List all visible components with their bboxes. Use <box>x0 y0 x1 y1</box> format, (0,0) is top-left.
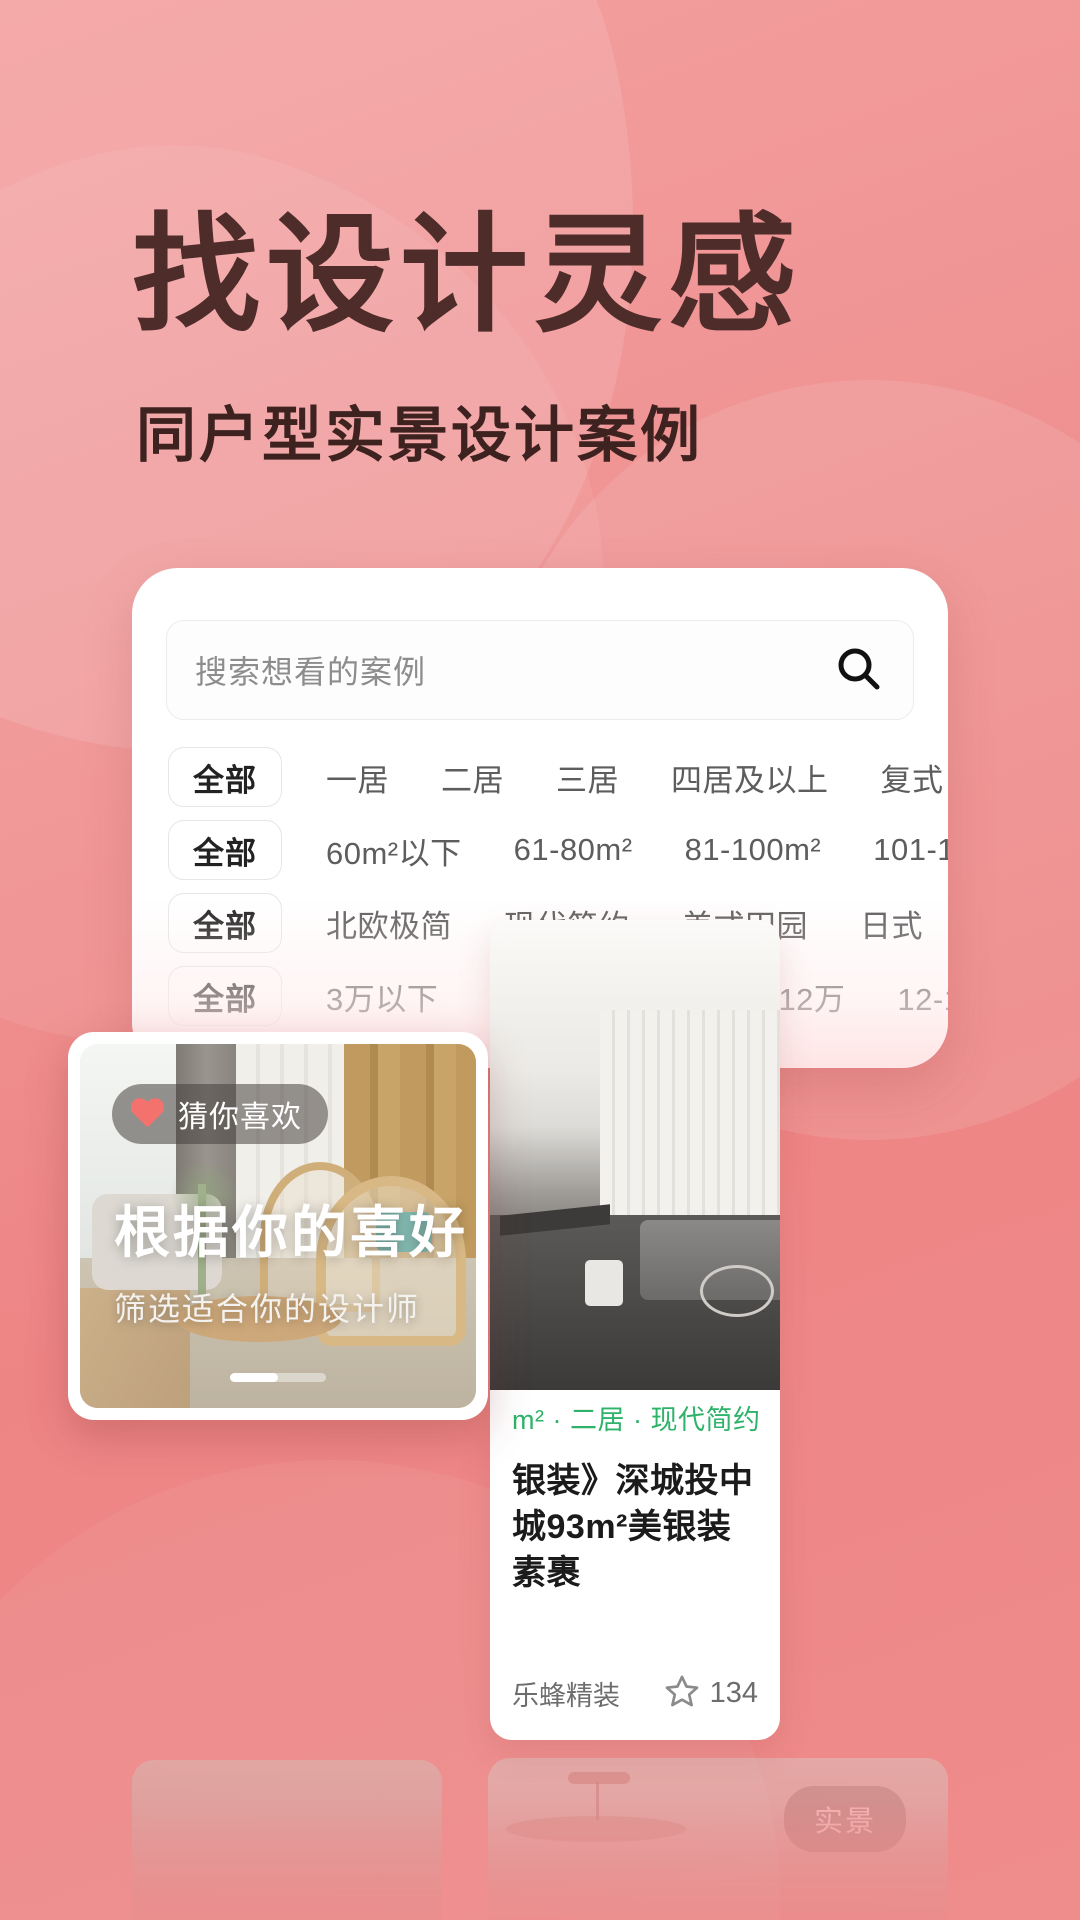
promo-subhead: 筛选适合你的设计师 <box>114 1291 421 1327</box>
favorite-control[interactable]: 134 <box>664 1673 758 1714</box>
listing-card[interactable]: m² · 二居 · 现代简约 银装》深城投中城93m²美银装素裹 乐蜂精装 13… <box>490 920 780 1740</box>
filter-row-room-count: 全部 一居 二居 三居 四居及以上 复式 样板间 <box>132 746 948 808</box>
filter-item[interactable]: 复式 <box>855 755 949 800</box>
heart-icon <box>130 1099 164 1130</box>
ceiling-mount-icon <box>568 1772 630 1784</box>
filter-item[interactable]: 日式 <box>834 901 948 946</box>
bottom-card-right-fade <box>488 1800 948 1920</box>
filter-item[interactable]: 60m²以下 <box>300 828 488 873</box>
photo-robot-vacuum <box>585 1260 623 1306</box>
listing-title: 银装》深城投中城93m²美银装素裹 <box>512 1462 754 1592</box>
bottom-card-left[interactable] <box>132 1760 442 1920</box>
filter-item[interactable]: 3万以下 <box>300 974 464 1019</box>
filter-all-style[interactable]: 全部 <box>168 893 282 953</box>
promo-image: 猜你喜欢 根据你的喜好 筛选适合你的设计师 <box>80 1044 476 1408</box>
favorite-count: 134 <box>709 1677 758 1709</box>
guess-you-like-label: 猜你喜欢 <box>178 1101 302 1134</box>
filter-item[interactable]: 北欧极简 <box>300 901 478 946</box>
listing-meta: m² · 二居 · 现代简约 银装》深城投中城93m²美银装素裹 <box>490 1392 780 1597</box>
listing-footer: 乐蜂精装 134 <box>512 1673 758 1714</box>
bottom-card-right[interactable]: 实景 <box>488 1758 948 1920</box>
filter-all-room-count[interactable]: 全部 <box>168 747 282 807</box>
page-title: 找设计灵感 <box>132 204 803 347</box>
filter-item[interactable]: 61-80m² <box>488 832 659 868</box>
filter-all-budget[interactable]: 全部 <box>168 966 282 1026</box>
carousel-pager-thumb <box>230 1373 278 1382</box>
filter-item[interactable]: 101-120m² <box>847 832 948 868</box>
search-input[interactable]: 搜索想看的案例 <box>195 647 833 693</box>
search-bar[interactable]: 搜索想看的案例 <box>166 620 914 720</box>
listing-photo <box>490 920 780 1390</box>
search-icon[interactable] <box>833 644 885 696</box>
filter-item[interactable]: 一居 <box>300 755 415 800</box>
filter-item[interactable]: 四居及以上 <box>645 755 855 800</box>
bottom-card-left-fade <box>132 1800 442 1920</box>
star-icon[interactable] <box>664 1673 700 1714</box>
filter-item[interactable]: 12-18万 <box>871 974 948 1019</box>
listing-tags: m² · 二居 · 现代简约 <box>512 1405 761 1435</box>
photo-round-table <box>700 1265 774 1317</box>
filter-items-room-count: 一居 二居 三居 四居及以上 复式 样板间 <box>300 755 948 800</box>
listing-card-inner: m² · 二居 · 现代简约 银装》深城投中城93m²美银装素裹 乐蜂精装 13… <box>490 920 780 1740</box>
carousel-pager[interactable] <box>230 1373 326 1382</box>
guess-you-like-badge: 猜你喜欢 <box>112 1084 328 1144</box>
page-subtitle: 同户型实景设计案例 <box>136 402 703 469</box>
filter-all-area[interactable]: 全部 <box>168 820 282 880</box>
promo-headline: 根据你的喜好 <box>114 1201 468 1265</box>
filter-row-area: 全部 60m²以下 61-80m² 81-100m² 101-120m² 121 <box>132 819 948 881</box>
promo-overlay-text: 根据你的喜好 筛选适合你的设计师 <box>114 1202 468 1330</box>
listing-brand: 乐蜂精装 <box>512 1681 620 1711</box>
promo-card[interactable]: 猜你喜欢 根据你的喜好 筛选适合你的设计师 <box>68 1032 488 1420</box>
filter-items-area: 60m²以下 61-80m² 81-100m² 101-120m² 121 <box>300 828 948 873</box>
filter-item[interactable]: 二居 <box>415 755 530 800</box>
filter-item[interactable]: 81-100m² <box>659 832 848 868</box>
filter-item[interactable]: 三居 <box>530 755 645 800</box>
